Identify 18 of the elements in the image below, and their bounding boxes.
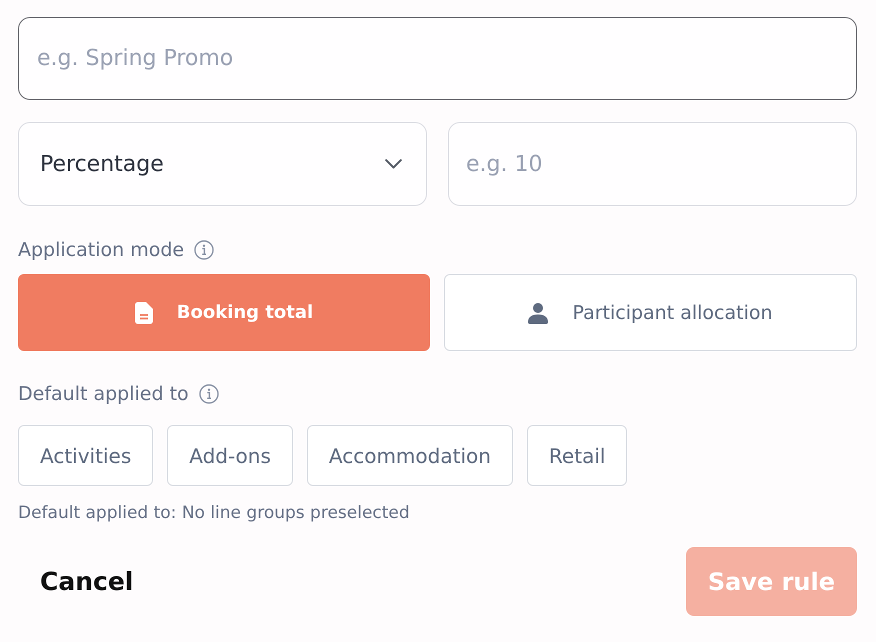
application-mode-label: Application mode	[18, 239, 184, 261]
info-icon[interactable]	[194, 240, 214, 260]
cancel-button[interactable]: Cancel	[18, 557, 156, 606]
line-group-chip[interactable]: Retail	[526, 425, 628, 486]
info-icon[interactable]	[198, 384, 219, 404]
document-icon	[134, 302, 153, 324]
person-icon	[528, 302, 548, 324]
default-applied-label: Default applied to	[18, 383, 189, 405]
chevron-down-icon	[385, 159, 402, 169]
discount-type-select[interactable]: Percentage	[18, 122, 427, 206]
mode-option[interactable]: Participant allocation	[444, 274, 857, 351]
line-group-chip[interactable]: Accommodation	[306, 425, 513, 486]
name-input-field[interactable]: e.g. Spring Promo	[18, 17, 857, 100]
line-group-chip[interactable]: Activities	[18, 425, 154, 486]
amount-input-field[interactable]: e.g. 10	[448, 122, 857, 206]
mode-option[interactable]: Booking total	[18, 274, 430, 351]
line-group-chip[interactable]: Add-ons	[167, 425, 293, 486]
helper-text: Default applied to: No line groups preselected	[18, 503, 411, 523]
